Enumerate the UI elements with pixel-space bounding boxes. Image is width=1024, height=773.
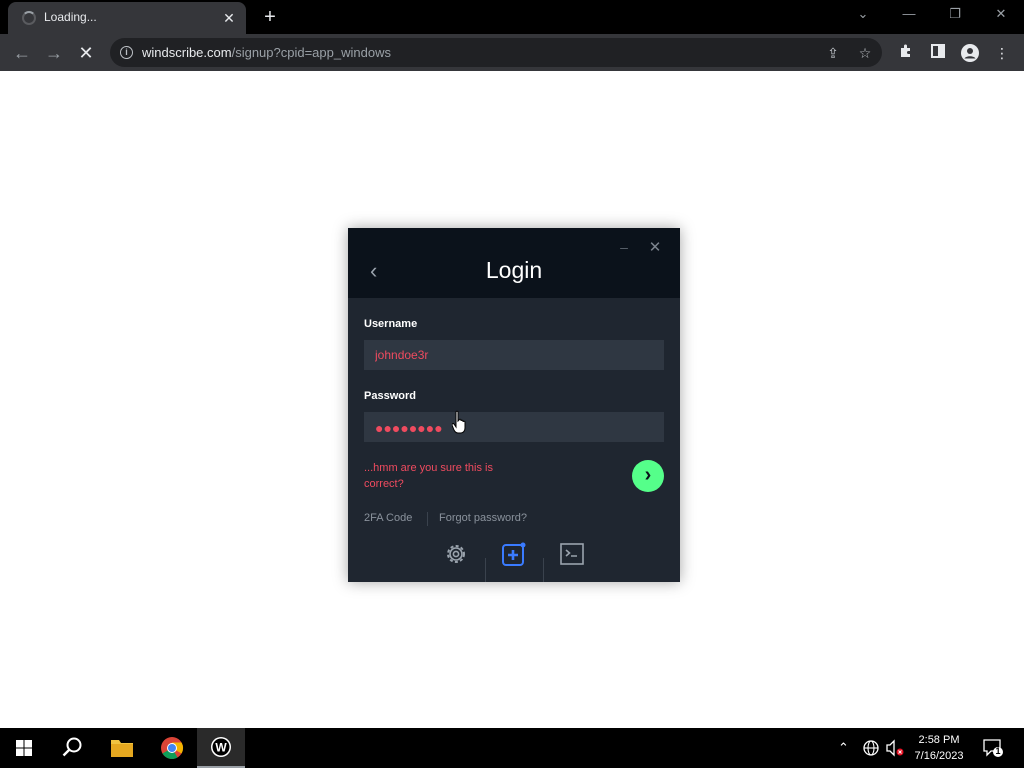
- twofa-code-link[interactable]: 2FA Code: [364, 512, 412, 524]
- close-icon[interactable]: ✕: [647, 240, 663, 256]
- login-header: ‹ Login – ✕: [348, 228, 680, 298]
- address-bar[interactable]: i windscribe.com/signup?cpid=app_windows…: [110, 38, 882, 67]
- url-text[interactable]: windscribe.com/signup?cpid=app_windows: [142, 45, 391, 60]
- minimize-button[interactable]: —: [886, 0, 932, 30]
- hand-cursor-icon: [451, 410, 468, 434]
- search-icon[interactable]: [48, 728, 96, 768]
- close-window-button[interactable]: ✕: [978, 0, 1024, 30]
- show-hidden-icons-chevron-icon[interactable]: ⌃: [838, 738, 849, 758]
- clock-date: 7/16/2023: [914, 750, 964, 762]
- windows-taskbar: W ⌃ 2:58 PM 7/16/2023 1: [0, 728, 1024, 768]
- back-button[interactable]: ←: [9, 40, 35, 66]
- minimize-icon[interactable]: –: [617, 240, 631, 254]
- password-label: Password: [364, 390, 416, 402]
- username-field[interactable]: [364, 340, 664, 370]
- forward-button[interactable]: →: [41, 40, 67, 66]
- gear-icon[interactable]: [443, 541, 469, 567]
- browser-toolbar: ← → ✕ i windscribe.com/signup?cpid=app_w…: [0, 34, 1024, 71]
- icon-divider: [543, 558, 544, 582]
- add-config-icon[interactable]: [501, 541, 527, 567]
- link-divider: [427, 512, 428, 526]
- site-info-icon[interactable]: i: [120, 46, 133, 59]
- tab-title: Loading...: [44, 10, 97, 24]
- clock-time: 2:58 PM: [918, 734, 960, 746]
- system-clock[interactable]: 2:58 PM 7/16/2023: [905, 732, 973, 764]
- volume-muted-icon[interactable]: [885, 738, 905, 758]
- username-label: Username: [364, 318, 418, 330]
- login-error-message: ...hmm are you sure this is correct?: [364, 462, 493, 490]
- file-explorer-icon[interactable]: [98, 728, 146, 768]
- icon-divider: [485, 558, 486, 582]
- browser-tab[interactable]: Loading... ✕: [8, 2, 246, 34]
- side-panel-icon[interactable]: [928, 43, 948, 63]
- bookmark-star-icon[interactable]: ☆: [856, 44, 874, 62]
- share-icon[interactable]: ⇪: [824, 44, 842, 62]
- browser-menu-icon[interactable]: ⋮: [992, 43, 1012, 63]
- loading-spinner-icon: [22, 11, 36, 25]
- stop-loading-button[interactable]: ✕: [73, 40, 99, 66]
- profile-avatar-icon[interactable]: [960, 43, 980, 63]
- password-masked-value: ●●●●●●●●: [375, 420, 443, 436]
- login-title: Login: [485, 257, 543, 283]
- notification-count-badge: 1: [995, 746, 1001, 756]
- chrome-icon[interactable]: [148, 728, 196, 768]
- tab-close-icon[interactable]: ✕: [220, 9, 238, 27]
- notification-center-icon[interactable]: 1: [982, 738, 1004, 758]
- windscribe-icon[interactable]: W: [197, 728, 245, 768]
- login-submit-button[interactable]: ›: [632, 460, 664, 492]
- restore-button[interactable]: ❐: [932, 0, 978, 30]
- terminal-icon[interactable]: [559, 541, 585, 567]
- browser-tab-bar: Loading... ✕ + ⌄ — ❐ ✕: [0, 0, 1024, 34]
- start-icon[interactable]: [0, 728, 48, 768]
- windscribe-login-window: ‹ Login – ✕ Username Password ●●●●●●●● .…: [348, 228, 680, 582]
- forgot-password-link[interactable]: Forgot password?: [439, 512, 527, 524]
- svg-text:W: W: [215, 741, 227, 755]
- extensions-icon[interactable]: [896, 43, 916, 63]
- new-tab-button[interactable]: +: [258, 5, 282, 29]
- tab-search-icon[interactable]: ⌄: [840, 0, 886, 30]
- network-globe-icon[interactable]: [862, 738, 880, 758]
